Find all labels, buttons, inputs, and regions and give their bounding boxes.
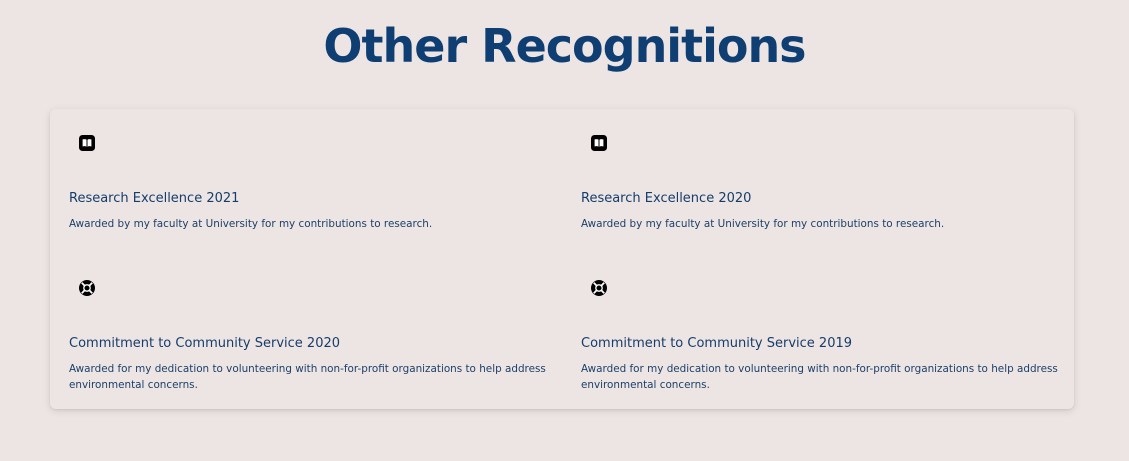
recognitions-card: Research Excellence 2021 Awarded by my f…: [50, 109, 1074, 409]
lifebuoy-icon: [79, 280, 95, 296]
recognition-title: Research Excellence 2020: [581, 191, 752, 206]
recognition-title: Commitment to Community Service 2019: [581, 336, 853, 351]
lifebuoy-icon: [591, 280, 607, 296]
recognition-title: Commitment to Community Service 2020: [69, 336, 341, 351]
recognition-description: Awarded for my dedication to volunteerin…: [69, 363, 546, 391]
book-icon: [591, 135, 607, 151]
recognition-title: Research Excellence 2021: [69, 191, 240, 206]
recognition-description: Awarded by my faculty at University for …: [581, 218, 945, 230]
page-title: Other Recognitions: [323, 19, 806, 73]
book-icon: [79, 135, 95, 151]
recognition-description: Awarded by my faculty at University for …: [69, 218, 433, 230]
recognition-description: Awarded for my dedication to volunteerin…: [581, 363, 1058, 391]
